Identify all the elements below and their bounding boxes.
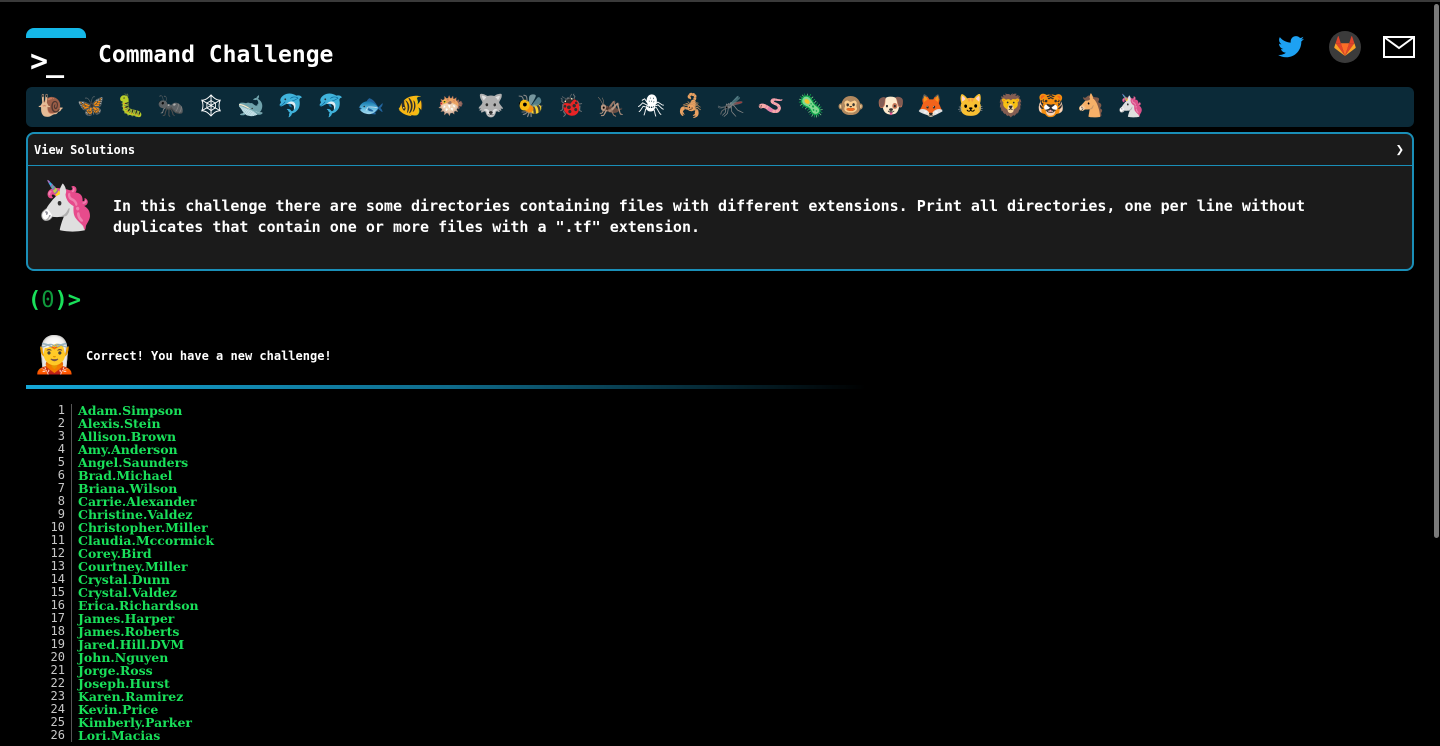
challenge-animal-icon[interactable]: 🪱 <box>752 88 790 126</box>
line-number: 2 <box>26 417 72 430</box>
view-solutions-toggle[interactable]: View Solutions ❯ <box>28 134 1412 166</box>
challenge-animal-icon[interactable]: 🐛 <box>112 88 150 126</box>
line-number: 6 <box>26 469 72 482</box>
line-number: 11 <box>26 534 72 547</box>
challenge-animal-icon[interactable]: 🐵 <box>832 88 870 126</box>
result-message: 🧝 Correct! You have a new challenge! <box>32 334 332 378</box>
line-number: 25 <box>26 716 72 729</box>
elf-avatar-icon: 🧝 <box>32 335 77 376</box>
line-number: 16 <box>26 599 72 612</box>
chevron-right-icon: ❯ <box>1395 141 1404 158</box>
line-number: 1 <box>26 404 72 417</box>
view-solutions-label: View Solutions <box>34 142 136 157</box>
window-top-border <box>0 0 1440 2</box>
line-number: 17 <box>26 612 72 625</box>
output-divider <box>26 385 866 389</box>
challenge-body: 🦄 In this challenge there are some direc… <box>28 166 1412 269</box>
challenge-description: In this challenge there are some directo… <box>113 197 1306 236</box>
page-title: Command Challenge <box>98 42 334 68</box>
prompt-close: )> <box>54 288 82 313</box>
line-number: 21 <box>26 664 72 677</box>
challenge-animal-icon[interactable]: 🦊 <box>912 88 950 126</box>
line-number: 18 <box>26 625 72 638</box>
line-value: Lori.Macias <box>78 728 161 743</box>
challenge-animal-icon[interactable]: 🐬 <box>272 88 310 126</box>
line-number: 9 <box>26 508 72 521</box>
challenge-animal-icon[interactable]: 🕸 <box>192 88 230 126</box>
challenge-animal-icon[interactable]: 🦋 <box>72 88 110 126</box>
challenge-animal-icon[interactable]: 🐯 <box>1032 88 1070 126</box>
challenge-animal-icon[interactable]: 🐝 <box>512 88 550 126</box>
prompt-open-paren: ( <box>28 288 42 313</box>
unicorn-icon: 🦄 <box>36 178 96 234</box>
challenge-animal-icon[interactable]: 🐟 <box>352 88 390 126</box>
challenge-animal-icon[interactable]: 🐱 <box>952 88 990 126</box>
line-number: 13 <box>26 560 72 573</box>
terminal-prompt[interactable]: (0)> <box>28 288 81 313</box>
line-number: 15 <box>26 586 72 599</box>
scrollbar-thumb[interactable] <box>1434 4 1439 538</box>
challenge-animal-icon[interactable]: 🕷 <box>632 88 670 126</box>
line-number: 24 <box>26 703 72 716</box>
line-number: 19 <box>26 638 72 651</box>
line-number: 5 <box>26 456 72 469</box>
social-links <box>1274 30 1416 64</box>
line-number: 26 <box>26 729 72 742</box>
line-number: 3 <box>26 430 72 443</box>
challenge-animal-icon[interactable]: 🐋 <box>232 88 270 126</box>
challenge-animal-icon[interactable]: 🐴 <box>1072 88 1110 126</box>
twitter-icon[interactable] <box>1274 30 1308 64</box>
challenge-animal-icon[interactable]: 🐌 <box>32 88 70 126</box>
line-number: 20 <box>26 651 72 664</box>
challenge-animal-icon[interactable]: 🦄 <box>1112 88 1150 126</box>
header: >_ Command Challenge <box>26 28 1416 84</box>
challenge-animal-icon[interactable]: 🐺 <box>472 88 510 126</box>
challenge-animal-icon[interactable]: 🐠 <box>392 88 430 126</box>
challenge-animal-icon[interactable]: 🦟 <box>712 88 750 126</box>
line-number: 12 <box>26 547 72 560</box>
line-number: 14 <box>26 573 72 586</box>
line-number: 4 <box>26 443 72 456</box>
line-number: 8 <box>26 495 72 508</box>
result-message-text: Correct! You have a new challenge! <box>86 349 332 363</box>
logo-cap <box>26 28 86 38</box>
challenge-animal-icon[interactable]: 🐡 <box>432 88 470 126</box>
gitlab-icon[interactable] <box>1328 30 1362 64</box>
logo-prompt-symbol: >_ <box>30 44 64 79</box>
challenge-animal-icon[interactable]: 🐶 <box>872 88 910 126</box>
line-number: 23 <box>26 690 72 703</box>
challenge-animal-icon[interactable]: 🦗 <box>592 88 630 126</box>
output-line: 26 Lori.Macias <box>26 729 426 742</box>
command-output: 1 Adam.Simpson 2 Alexis.Stein 3 Allison.Brown… <box>26 404 426 742</box>
mail-icon[interactable] <box>1382 30 1416 64</box>
challenge-animal-icon[interactable]: 🐜 <box>152 88 190 126</box>
challenge-animal-icon[interactable]: 🐬 <box>312 88 350 126</box>
challenge-animal-icon[interactable]: 🦁 <box>992 88 1030 126</box>
challenge-progress-bar: 🐌 🦋 🐛 🐜 🕸 🐋 🐬 🐬 🐟 🐠 🐡 🐺 🐝 🐞 🦗 🕷 🦂 🦟 🪱 🦠 🐵 🐶 🦊 🐱 🦁 🐯 🐴 🦄 <box>26 87 1414 127</box>
challenge-animal-icon[interactable]: 🦠 <box>792 88 830 126</box>
terminal-logo-icon[interactable]: >_ <box>26 28 86 80</box>
line-number: 22 <box>26 677 72 690</box>
challenge-card: View Solutions ❯ 🦄 In this challenge the… <box>26 132 1414 271</box>
line-number: 7 <box>26 482 72 495</box>
line-number: 10 <box>26 521 72 534</box>
challenge-animal-icon[interactable]: 🦂 <box>672 88 710 126</box>
challenge-animal-icon[interactable]: 🐞 <box>552 88 590 126</box>
prompt-count: 0 <box>41 288 55 313</box>
